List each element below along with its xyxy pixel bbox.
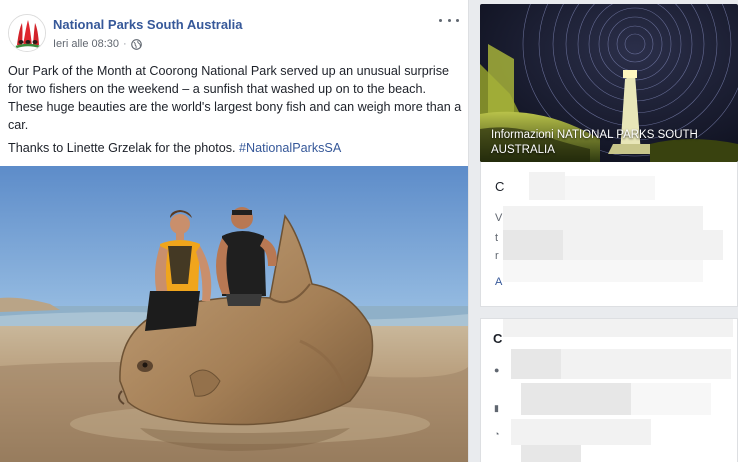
rss-icon: ◔: [494, 429, 500, 439]
post-meta: Ieri alle 08:30 ·: [53, 38, 142, 50]
post-card: National Parks South Australia Ieri alle…: [0, 0, 469, 462]
info-heading-stub: C: [495, 179, 505, 194]
redacted-block: [503, 230, 563, 260]
page-info-card: C V t r A: [480, 162, 738, 307]
redacted-block: [561, 349, 731, 379]
page-avatar[interactable]: [8, 14, 46, 52]
ellipsis-icon: [439, 18, 442, 22]
thumbs-up-icon: ▮: [494, 403, 499, 413]
meta-separator: ·: [123, 38, 127, 50]
globe-icon[interactable]: [130, 38, 142, 50]
redacted-block: [503, 206, 703, 232]
post-paragraph: Thanks to Linette Grzelak for the photos…: [8, 139, 463, 157]
redacted-block: [511, 419, 651, 445]
sunfish-beach-photo: [0, 166, 468, 462]
redacted-block: [511, 349, 561, 379]
ellipsis-icon: [456, 18, 459, 22]
ellipsis-icon: [447, 18, 451, 22]
page-cover-card[interactable]: Informazioni NATIONAL PARKS SOUTH AUSTRA…: [480, 4, 738, 162]
about-page-link[interactable]: Informazioni NATIONAL PARKS SOUTH AUSTRA…: [491, 128, 731, 158]
page-name-link[interactable]: National Parks South Australia: [53, 17, 243, 32]
post-timestamp[interactable]: Ieri alle 08:30: [53, 38, 119, 50]
info-link-stub[interactable]: A: [495, 276, 502, 288]
post-photo[interactable]: [0, 166, 468, 462]
sturt-desert-pea-logo: [9, 15, 45, 51]
info-text-stub: r: [495, 250, 499, 262]
community-heading-stub: C: [493, 331, 503, 346]
redacted-block: [563, 230, 723, 260]
hashtag-link[interactable]: #NationalParksSA: [239, 141, 341, 155]
post-body: Our Park of the Month at Coorong Nationa…: [8, 62, 463, 162]
people-icon: ●: [494, 365, 500, 375]
post-paragraph: Our Park of the Month at Coorong Nationa…: [8, 64, 462, 132]
post-credit-text: Thanks to Linette Grzelak for the photos…: [8, 141, 236, 155]
post-options-button[interactable]: [439, 12, 459, 28]
post-header: National Parks South Australia Ieri alle…: [0, 0, 468, 58]
right-sidebar: Informazioni NATIONAL PARKS SOUTH AUSTRA…: [480, 0, 738, 462]
redacted-block: [529, 172, 565, 200]
info-text-stub: t: [495, 232, 499, 244]
redacted-block: [521, 445, 581, 462]
redacted-block: [521, 383, 631, 415]
info-text-stub: V: [495, 212, 503, 224]
redacted-block: [565, 176, 655, 200]
redacted-block: [503, 319, 733, 337]
community-card: C ● ▮ ◔: [480, 318, 738, 462]
redacted-block: [503, 260, 703, 282]
redacted-block: [631, 383, 711, 415]
